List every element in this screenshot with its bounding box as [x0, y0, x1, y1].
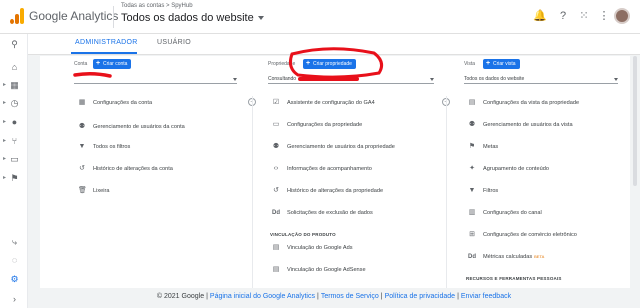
- admin-gear-icon[interactable]: ⚙: [9, 274, 20, 285]
- account-column: Conta Criar conta ▦Configurações da cont…: [74, 56, 237, 288]
- create-view-button[interactable]: Criar vista: [483, 59, 520, 69]
- property-select-prefix: Consultando: [268, 76, 297, 82]
- account-select[interactable]: [74, 74, 237, 84]
- view-select[interactable]: Todos os dados do website: [464, 74, 618, 84]
- property-header: Propriedade: [268, 61, 296, 67]
- document-icon: ▤: [468, 99, 476, 106]
- chevron-down-icon: [257, 16, 264, 21]
- behavior-icon[interactable]: ▭: [3, 154, 20, 165]
- trash-icon: 🗑: [78, 187, 87, 194]
- product-linking-section-title: VINCULAÇÃO DO PRODUTO: [270, 232, 336, 237]
- app-name: Google Analytics: [29, 9, 119, 23]
- apps-icon[interactable]: ⁙: [578, 10, 590, 22]
- filter-icon: ▼: [78, 143, 86, 150]
- analytics-logo-icon[interactable]: [10, 8, 24, 24]
- tab-administrador[interactable]: ADMINISTRADOR: [75, 39, 138, 46]
- column-divider: [446, 96, 447, 288]
- beta-badge: BETA: [534, 254, 545, 259]
- view-select-value: Todos os dados do website: [464, 76, 525, 82]
- people-icon: ⚉: [272, 143, 280, 150]
- send-feedback-link[interactable]: Enviar feedback: [461, 293, 511, 300]
- privacy-link[interactable]: Política de privacidade: [385, 293, 455, 300]
- search-icon[interactable]: ⚲: [9, 39, 20, 50]
- dd-icon: Dd: [468, 254, 476, 260]
- customization-icon[interactable]: ▦: [3, 80, 20, 91]
- active-tab-indicator: [71, 52, 137, 54]
- channel-icon: ▥: [468, 209, 476, 216]
- property-column: Propriedade Criar propriedade Consultand…: [268, 56, 434, 288]
- view-header: Vista: [464, 61, 476, 67]
- avatar[interactable]: [614, 8, 630, 24]
- property-title: Todos os dados do website: [121, 12, 254, 24]
- dropdown-arrow-icon: [233, 78, 237, 81]
- dropdown-arrow-icon: [614, 78, 618, 81]
- view-column: Vista Criar vista Todos os dados do webs…: [464, 56, 618, 288]
- building-icon: ▦: [78, 99, 86, 106]
- dd-icon: Dd: [272, 210, 280, 216]
- discover-bulb-icon[interactable]: ◌: [9, 255, 20, 266]
- expand-chevron-icon[interactable]: ›: [9, 294, 20, 305]
- footer: © 2021 Google | Página inicial do Google A…: [156, 293, 512, 300]
- personal-tools-section-title: RECURSOS E FERRAMENTAS PESSOAIS: [466, 276, 562, 281]
- create-property-button[interactable]: Criar propriedade: [303, 59, 356, 69]
- adsense-icon: ▤: [272, 266, 280, 273]
- scrollbar[interactable]: [633, 56, 637, 186]
- flag-icon: ⚑: [468, 143, 476, 150]
- column-divider: [252, 96, 253, 288]
- filter-icon: ▼: [468, 187, 476, 194]
- header-divider: [113, 6, 114, 28]
- more-vert-icon[interactable]: ⋮: [598, 10, 610, 22]
- window-icon: ▭: [272, 121, 280, 128]
- realtime-clock-icon[interactable]: ◷: [3, 98, 20, 109]
- admin-panel: Conta Criar conta ▦Configurações da cont…: [40, 56, 630, 288]
- attribution-icon[interactable]: ⤷: [9, 237, 20, 248]
- top-bar: Google Analytics Todas as contas > SpyHu…: [0, 0, 640, 34]
- people-icon: ⚉: [468, 121, 476, 128]
- audience-person-icon[interactable]: ●: [3, 117, 20, 128]
- terms-link[interactable]: Termos de Serviço: [321, 293, 379, 300]
- create-account-button[interactable]: Criar conta: [93, 59, 132, 69]
- breadcrumb[interactable]: Todas as contas > SpyHub: [121, 3, 193, 9]
- home-icon[interactable]: ⌂: [9, 62, 20, 73]
- property-select[interactable]: Consultando: [268, 74, 434, 84]
- analytics-home-link[interactable]: Página inicial do Google Analytics: [210, 293, 315, 300]
- copyright: © 2021 Google: [156, 293, 205, 300]
- cart-icon: ⊞: [469, 231, 475, 238]
- check-circle-icon: ☑: [272, 99, 280, 106]
- bell-icon[interactable]: 🔔: [533, 10, 547, 22]
- person-walk-icon: ✦: [469, 165, 475, 172]
- help-icon[interactable]: ?: [557, 10, 569, 22]
- acquisition-icon[interactable]: ⑂: [3, 136, 20, 147]
- admin-tabs: ADMINISTRADOR USUÁRIO: [28, 34, 640, 55]
- ads-icon: ▤: [272, 244, 280, 251]
- account-header: Conta: [74, 61, 88, 67]
- dropdown-arrow-icon: [430, 78, 434, 81]
- conversions-flag-icon[interactable]: ⚑: [3, 173, 20, 184]
- history-icon: ↺: [273, 187, 279, 194]
- property-selector[interactable]: Todos os dados do website: [121, 12, 264, 24]
- tab-usuario[interactable]: USUÁRIO: [157, 39, 191, 46]
- history-icon: ↺: [79, 165, 85, 172]
- code-icon: ‹›: [273, 165, 279, 172]
- people-icon: ⚉: [78, 123, 86, 130]
- left-nav-rail: ⚲ ⌂ ▦ ◷ ● ⑂ ▭ ⚑ ⤷ ◌ ⚙ ›: [0, 34, 28, 308]
